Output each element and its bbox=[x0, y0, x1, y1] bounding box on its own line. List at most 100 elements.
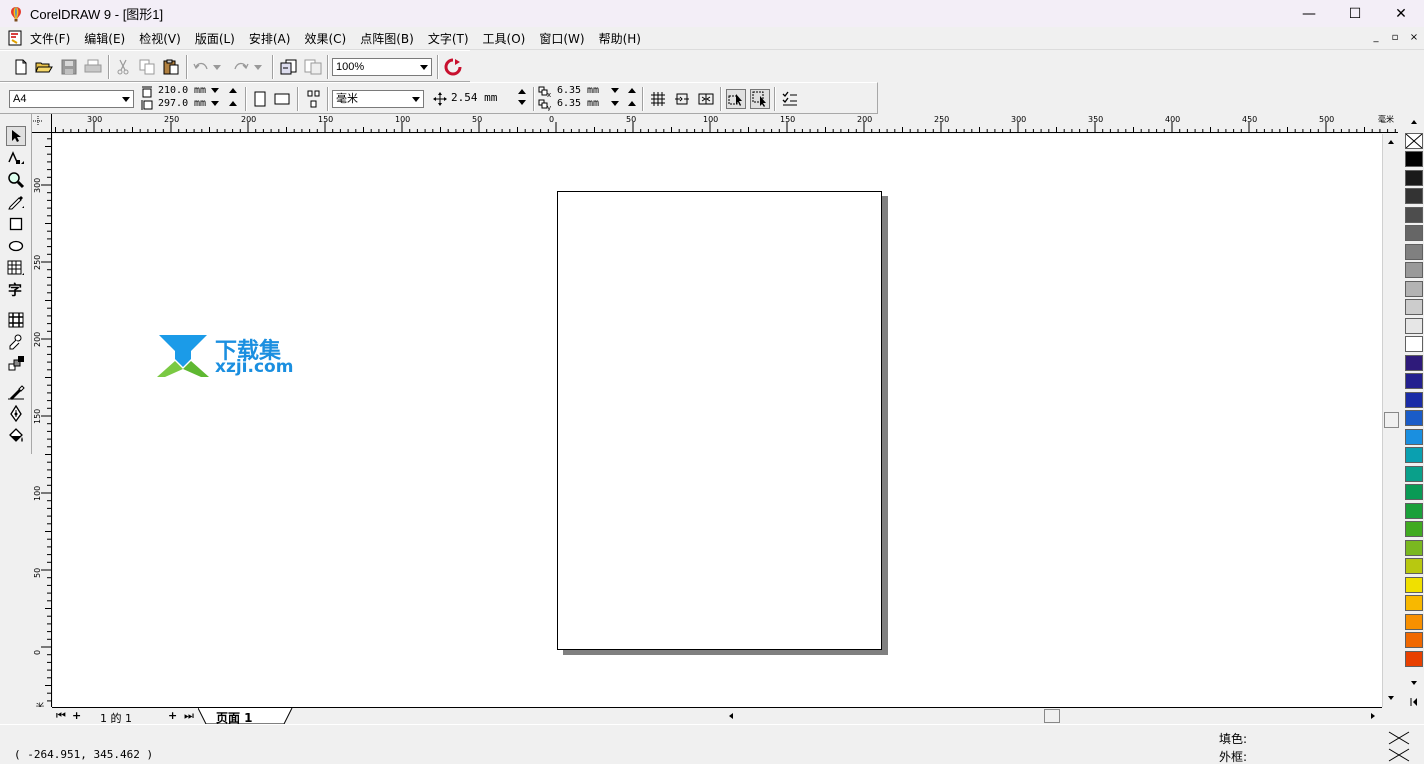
width-decrement-icon[interactable] bbox=[211, 88, 219, 93]
export-button[interactable] bbox=[303, 57, 323, 77]
scroll-down-button[interactable] bbox=[1383, 690, 1399, 706]
dup-x-decrement-icon[interactable] bbox=[611, 88, 619, 93]
paper-size-select[interactable]: A4 bbox=[9, 90, 134, 108]
pick-tool[interactable] bbox=[6, 126, 26, 146]
eyedropper-tool[interactable] bbox=[6, 332, 26, 352]
open-button[interactable] bbox=[34, 57, 54, 77]
shape-tool[interactable] bbox=[6, 148, 26, 168]
height-increment-icon[interactable] bbox=[229, 101, 237, 106]
page-height-value[interactable]: 297.0 bbox=[158, 98, 188, 109]
color-swatch[interactable] bbox=[1405, 428, 1423, 445]
horizontal-ruler[interactable]: 300 250 200 150 100 50 0 50 100 150 200 250 300 350 40… bbox=[52, 114, 1398, 133]
scroll-up-button[interactable] bbox=[1383, 134, 1399, 150]
options-button[interactable] bbox=[780, 89, 800, 109]
horizontal-scrollbar[interactable] bbox=[720, 707, 1382, 724]
import-button[interactable] bbox=[279, 57, 299, 77]
menu-window[interactable]: 窗口(W) bbox=[539, 30, 584, 47]
menu-text[interactable]: 文字(T) bbox=[428, 30, 469, 47]
color-swatch[interactable] bbox=[1405, 632, 1423, 648]
menu-file[interactable]: 文件(F) bbox=[30, 30, 70, 47]
set-default-page-button[interactable] bbox=[304, 89, 324, 109]
color-swatch[interactable] bbox=[1405, 188, 1423, 204]
color-swatch[interactable] bbox=[1405, 595, 1423, 611]
color-swatch[interactable] bbox=[1405, 410, 1423, 426]
palette-scroll-down-button[interactable] bbox=[1407, 677, 1421, 689]
menu-effects[interactable]: 效果(C) bbox=[304, 30, 346, 47]
copy-button[interactable] bbox=[137, 57, 157, 77]
snap-to-guidelines-button[interactable] bbox=[672, 89, 692, 109]
mdi-minimize-button[interactable]: _ bbox=[1368, 31, 1384, 46]
paste-button[interactable] bbox=[161, 57, 181, 77]
color-swatch[interactable] bbox=[1405, 336, 1423, 352]
fill-none-icon[interactable] bbox=[1388, 731, 1410, 745]
rectangle-tool[interactable] bbox=[6, 214, 26, 234]
freehand-tool[interactable] bbox=[6, 192, 26, 212]
color-swatch[interactable] bbox=[1405, 280, 1423, 297]
undo-button[interactable] bbox=[191, 57, 211, 77]
close-button[interactable]: ✕ bbox=[1378, 0, 1424, 27]
color-swatch[interactable] bbox=[1405, 558, 1423, 574]
first-page-button[interactable]: ⏮ bbox=[56, 709, 66, 723]
redo-button[interactable] bbox=[231, 57, 251, 77]
menu-view[interactable]: 检视(V) bbox=[139, 30, 181, 47]
page-width-value[interactable]: 210.0 bbox=[158, 85, 188, 96]
ruler-origin[interactable] bbox=[32, 114, 52, 133]
color-swatch[interactable] bbox=[1405, 151, 1423, 167]
height-decrement-icon[interactable] bbox=[211, 101, 219, 106]
ellipse-tool[interactable] bbox=[6, 236, 26, 256]
text-tool[interactable]: 字 bbox=[6, 280, 26, 300]
add-page-before-button[interactable]: + bbox=[72, 709, 81, 722]
horizontal-scroll-thumb[interactable] bbox=[1044, 709, 1060, 723]
color-swatch[interactable] bbox=[1405, 613, 1423, 630]
last-page-button[interactable]: ⏭ bbox=[184, 709, 194, 723]
new-button[interactable] bbox=[11, 57, 31, 77]
color-swatch[interactable] bbox=[1405, 539, 1423, 556]
menu-help[interactable]: 帮助(H) bbox=[599, 30, 641, 47]
drawing-page[interactable] bbox=[557, 191, 882, 650]
color-swatch[interactable] bbox=[1405, 576, 1423, 593]
palette-scroll-up-button[interactable] bbox=[1407, 116, 1421, 128]
duplicate-y-value[interactable]: 6.35 bbox=[557, 98, 581, 109]
dup-y-decrement-icon[interactable] bbox=[611, 101, 619, 106]
nudge-offset-value[interactable]: 2.54 mm bbox=[451, 91, 497, 104]
color-swatch[interactable] bbox=[1405, 262, 1423, 278]
color-swatch[interactable] bbox=[1405, 447, 1423, 463]
menu-tools[interactable]: 工具(O) bbox=[483, 30, 526, 47]
treat-as-filled-button[interactable] bbox=[726, 89, 746, 109]
cut-button[interactable] bbox=[113, 57, 133, 77]
color-swatch[interactable] bbox=[1405, 465, 1423, 482]
color-swatch[interactable] bbox=[1405, 373, 1423, 389]
landscape-button[interactable] bbox=[272, 89, 292, 109]
add-page-after-button[interactable]: + bbox=[168, 709, 177, 722]
color-swatch[interactable] bbox=[1405, 169, 1423, 186]
menu-layout[interactable]: 版面(L) bbox=[195, 30, 235, 47]
redo-dropdown[interactable] bbox=[252, 57, 264, 77]
color-swatch[interactable] bbox=[1405, 225, 1423, 241]
zoom-tool[interactable] bbox=[6, 170, 26, 190]
vertical-scrollbar[interactable] bbox=[1382, 134, 1399, 707]
scroll-left-button[interactable] bbox=[724, 709, 738, 723]
color-swatch[interactable] bbox=[1405, 206, 1423, 223]
print-button[interactable] bbox=[83, 57, 103, 77]
save-button[interactable] bbox=[59, 57, 79, 77]
color-swatch[interactable] bbox=[1405, 484, 1423, 500]
undo-dropdown[interactable] bbox=[211, 57, 223, 77]
drawing-canvas[interactable] bbox=[53, 134, 1382, 707]
menu-edit[interactable]: 编辑(E) bbox=[84, 30, 125, 47]
snap-to-objects-button[interactable] bbox=[696, 89, 716, 109]
nudge-increment-icon[interactable] bbox=[518, 89, 526, 94]
fill-tool[interactable] bbox=[6, 404, 26, 424]
menu-arrange[interactable]: 安排(A) bbox=[249, 30, 291, 47]
color-swatch[interactable] bbox=[1405, 317, 1423, 334]
minimize-button[interactable]: — bbox=[1286, 0, 1332, 27]
maximize-button[interactable]: ☐ bbox=[1332, 0, 1378, 27]
corel-application-launcher-button[interactable] bbox=[443, 57, 463, 77]
dup-y-increment-icon[interactable] bbox=[628, 101, 636, 106]
vertical-scroll-thumb[interactable] bbox=[1384, 412, 1399, 428]
menu-bitmaps[interactable]: 点阵图(B) bbox=[360, 30, 414, 47]
palette-expand-button[interactable] bbox=[1407, 696, 1421, 708]
portrait-button[interactable] bbox=[250, 89, 270, 109]
graph-paper-tool[interactable] bbox=[6, 258, 26, 278]
vertical-ruler[interactable]: 300 250 200 150 100 50 0 毫米 bbox=[32, 133, 52, 707]
draw-objects-when-moving-button[interactable] bbox=[750, 89, 770, 109]
